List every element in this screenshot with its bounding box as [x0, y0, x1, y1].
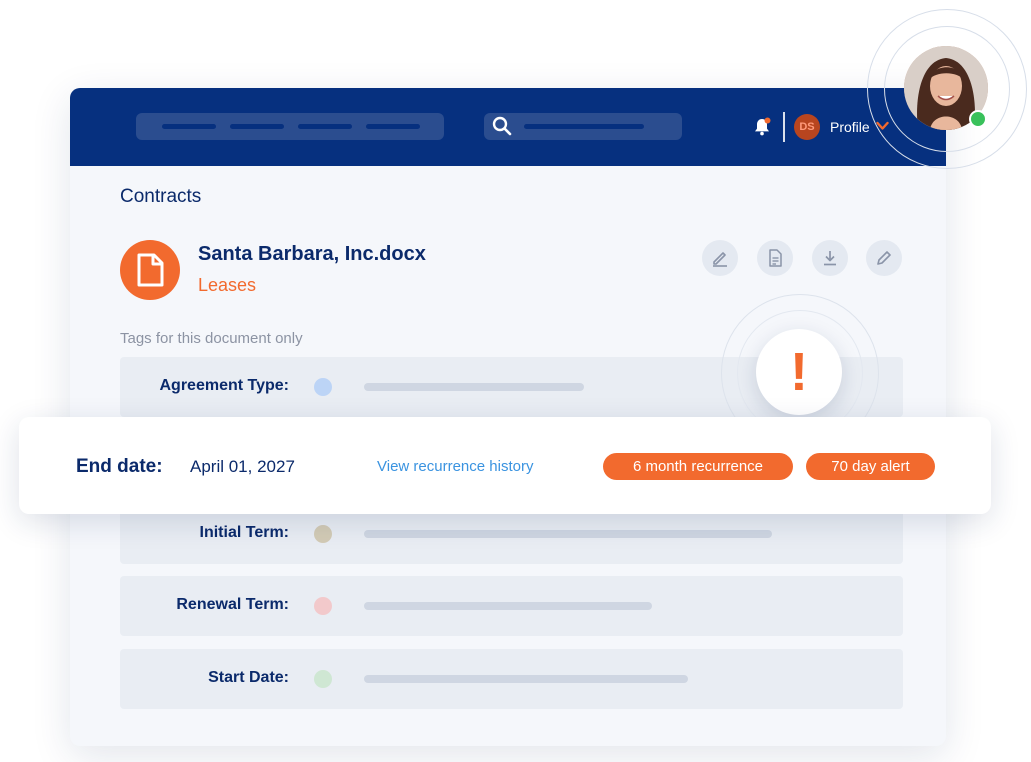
tag-value-placeholder: [364, 675, 688, 683]
tags-caption: Tags for this document only: [120, 330, 303, 347]
document-category[interactable]: Leases: [198, 275, 256, 296]
edit-icon: [713, 252, 727, 267]
tag-value-placeholder: [364, 383, 584, 391]
search-placeholder-bar: [524, 124, 644, 129]
end-date-label: End date:: [76, 456, 163, 477]
tag-row-renewal-term[interactable]: Renewal Term:: [120, 576, 903, 636]
nav-item-placeholder[interactable]: [366, 124, 420, 129]
alert-icon: !: [756, 329, 842, 415]
tag-value-placeholder: [364, 602, 652, 610]
search-icon: [492, 116, 512, 136]
user-avatar[interactable]: DS: [794, 114, 820, 140]
end-date-card: End date: April 01, 2027 View recurrence…: [19, 417, 991, 514]
tag-label: Renewal Term:: [176, 596, 289, 613]
document-icon: [120, 240, 180, 300]
search-input[interactable]: [484, 113, 682, 140]
page-title: Contracts: [120, 186, 202, 207]
nav-menu[interactable]: [136, 113, 444, 140]
tag-label: Agreement Type:: [159, 377, 289, 394]
document-details-icon: [769, 249, 782, 267]
header-divider: [783, 112, 785, 142]
nav-item-placeholder[interactable]: [230, 124, 284, 129]
tag-label: Initial Term:: [199, 524, 290, 541]
download-icon: [824, 251, 836, 266]
end-date-value: April 01, 2027: [190, 457, 295, 476]
nav-item-placeholder[interactable]: [298, 124, 352, 129]
tag-status-dot: [314, 378, 332, 396]
tag-status-dot: [314, 597, 332, 615]
top-navigation-bar: DS Profile: [70, 88, 946, 166]
nav-item-placeholder[interactable]: [162, 124, 216, 129]
document-title: Santa Barbara, Inc.docx: [198, 243, 426, 265]
tag-label: Start Date:: [208, 669, 289, 686]
tag-value-placeholder: [364, 530, 772, 538]
download-button[interactable]: [812, 240, 848, 276]
recurrence-badge[interactable]: 6 month recurrence: [603, 453, 793, 480]
document-details-button[interactable]: [757, 240, 793, 276]
tag-row-start-date[interactable]: Start Date:: [120, 649, 903, 709]
tag-status-dot: [314, 525, 332, 543]
view-recurrence-history-link[interactable]: View recurrence history: [377, 458, 533, 475]
profile-menu-label[interactable]: Profile: [830, 119, 870, 135]
pencil-button[interactable]: [866, 240, 902, 276]
tag-status-dot: [314, 670, 332, 688]
alert-badge[interactable]: 70 day alert: [806, 453, 935, 480]
edit-button[interactable]: [702, 240, 738, 276]
online-status-dot: [969, 110, 987, 128]
pencil-icon: [877, 251, 891, 265]
bell-icon[interactable]: [751, 116, 773, 138]
